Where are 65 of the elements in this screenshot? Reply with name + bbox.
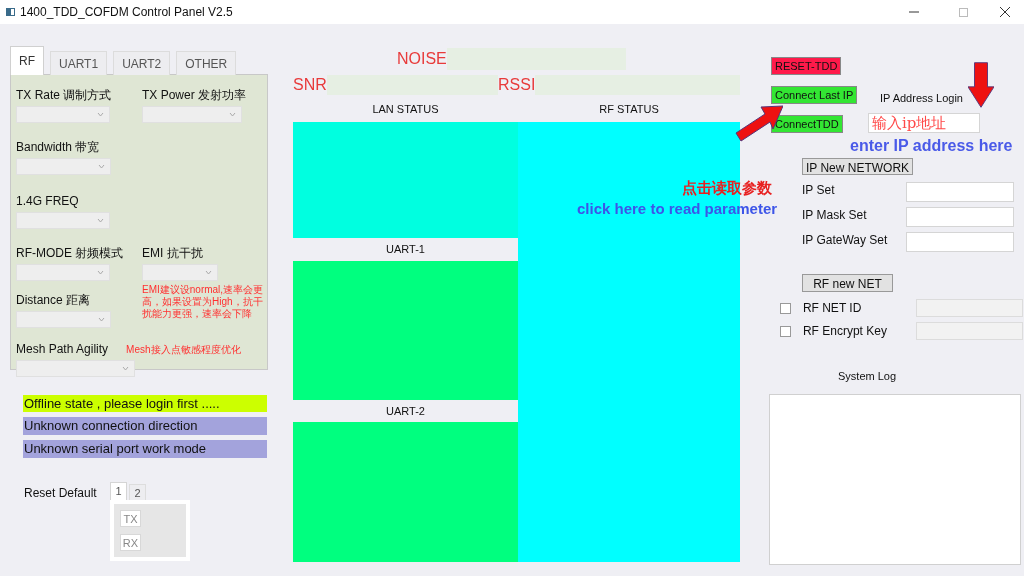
field-label: TX Power 发射功率 (142, 87, 246, 104)
tab[interactable]: RF (10, 46, 44, 75)
window-title: 1400_TDD_COFDM Control Panel V2.5 (20, 4, 233, 21)
readout-label: SNR (293, 75, 327, 95)
field-label: IP Mask Set (802, 208, 868, 222)
field-label: Distance 距离 (16, 292, 91, 309)
annotation-text: enter IP address here (850, 136, 1013, 156)
chevron-down-icon (205, 270, 212, 275)
input-field[interactable] (906, 207, 1014, 227)
field-label: Reset Default (24, 485, 98, 502)
action-button[interactable]: RESET-TDD (771, 57, 842, 75)
dropdown[interactable] (16, 311, 111, 328)
chevron-down-icon (97, 218, 104, 223)
tab[interactable]: UART1 (50, 51, 108, 75)
chevron-down-icon (97, 112, 104, 117)
dropdown[interactable] (16, 106, 110, 123)
arrow-icon (968, 60, 994, 110)
hint-text: EMI建议设normal,速率会更高，如果设置为High，抗干扰能力更强，速率会下降 (142, 284, 265, 320)
checkbox-label: RF Encrypt Key (802, 323, 888, 340)
input-field[interactable] (916, 322, 1023, 340)
dropdown[interactable] (16, 212, 110, 229)
tab[interactable]: 1 (110, 482, 127, 500)
dropdown[interactable] (142, 106, 242, 123)
checkbox-label: RF NET ID (802, 300, 863, 317)
tab[interactable]: UART2 (113, 51, 171, 75)
field-label: IP Set (802, 183, 836, 197)
field-label: TX Rate 调制方式 (16, 87, 112, 104)
network-button[interactable]: RF new NET (802, 274, 893, 292)
network-button[interactable]: IP New NETWORK (802, 158, 914, 175)
field-label: RF-MODE 射频模式 (16, 245, 124, 262)
action-button[interactable]: ConnectTDD (771, 115, 843, 133)
checkbox[interactable] (780, 302, 791, 314)
field-label: Bandwidth 带宽 (16, 139, 100, 156)
app-icon (6, 8, 15, 16)
chevron-down-icon (122, 366, 129, 371)
field-label: System Log (838, 369, 898, 384)
hint-text: Mesh接入点敏感程度优化 (126, 342, 241, 357)
panel-title: UART-1 (385, 242, 426, 257)
close-icon[interactable] (1000, 7, 1010, 17)
maximize-icon[interactable] (959, 7, 968, 17)
chevron-down-icon (97, 270, 104, 275)
dropdown[interactable] (16, 264, 110, 281)
field-label: Mesh Path Agility (16, 341, 109, 358)
panel-title: LAN STATUS (371, 102, 440, 115)
dropdown[interactable] (16, 158, 111, 175)
chevron-down-icon (98, 317, 105, 322)
action-button[interactable]: Connect Last IP (771, 86, 858, 104)
dropdown[interactable] (16, 360, 135, 377)
input-field[interactable] (916, 299, 1023, 317)
input-field[interactable] (906, 182, 1014, 202)
dropdown[interactable] (142, 264, 218, 281)
checkbox[interactable] (780, 325, 791, 337)
readout-label: RSSI (498, 75, 536, 95)
tab[interactable]: OTHER (176, 51, 237, 75)
panel-title: RF STATUS (598, 102, 660, 115)
field-label: IP GateWay Set (802, 233, 889, 247)
chevron-down-icon (229, 112, 236, 117)
panel-title: UART-2 (385, 404, 426, 419)
chevron-down-icon (98, 164, 105, 169)
field-label: EMI 抗干扰 (142, 245, 203, 262)
readout-label: NOISE (397, 49, 447, 69)
input-field[interactable] (906, 232, 1014, 252)
field-label: 1.4G FREQ (16, 193, 79, 210)
field-label: IP Address Login (880, 92, 964, 105)
tab[interactable]: 2 (129, 484, 146, 500)
